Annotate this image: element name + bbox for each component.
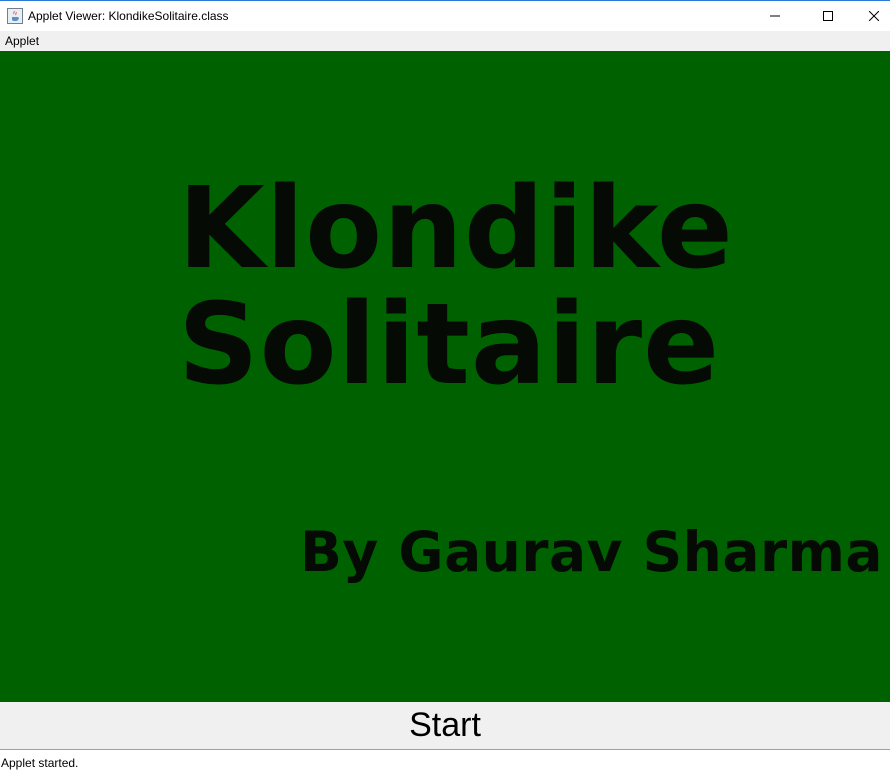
menu-bar: Applet xyxy=(0,31,890,51)
close-icon xyxy=(869,11,879,21)
close-button[interactable] xyxy=(851,1,890,31)
applet-canvas[interactable]: Klondike Solitaire By Gaurav Sharma xyxy=(0,51,890,702)
applet-viewer-window: Applet Viewer: KlondikeSolitaire.class A… xyxy=(0,0,890,773)
title-bar[interactable]: Applet Viewer: KlondikeSolitaire.class xyxy=(0,0,890,31)
minimize-button[interactable] xyxy=(752,1,798,31)
maximize-button[interactable] xyxy=(805,1,851,31)
menu-applet[interactable]: Applet xyxy=(5,34,39,48)
java-icon xyxy=(7,8,23,24)
start-button-area: Start xyxy=(0,702,890,749)
start-button[interactable]: Start xyxy=(401,706,489,745)
status-text: Applet started. xyxy=(1,756,79,770)
game-title-line-2: Solitaire xyxy=(178,280,721,410)
game-title-line-1: Klondike xyxy=(178,164,734,294)
minimize-icon xyxy=(770,15,780,17)
game-title: Klondike Solitaire xyxy=(178,171,734,403)
window-title: Applet Viewer: KlondikeSolitaire.class xyxy=(28,9,229,23)
author-credit: By Gaurav Sharma xyxy=(300,520,884,584)
status-bar: Applet started. xyxy=(0,749,890,773)
maximize-icon xyxy=(823,11,833,21)
